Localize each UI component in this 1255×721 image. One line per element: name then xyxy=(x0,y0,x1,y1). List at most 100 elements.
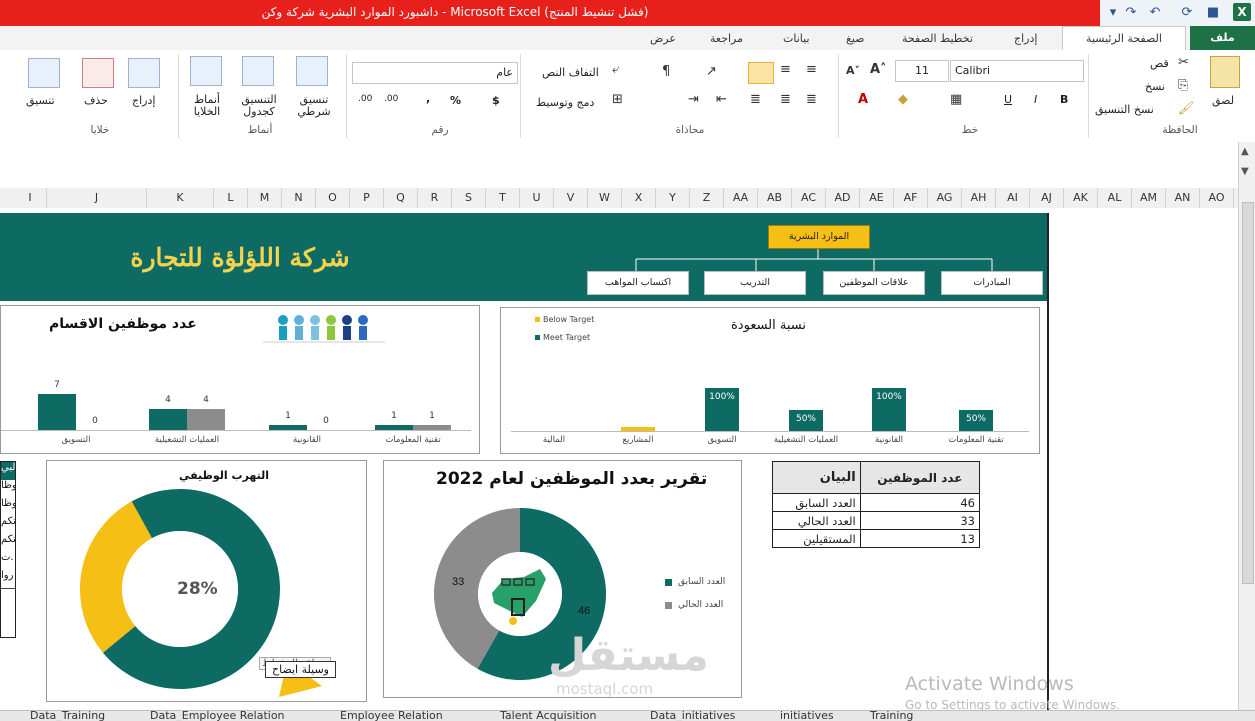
column-header[interactable]: L xyxy=(214,188,248,208)
column-header[interactable]: AD xyxy=(826,188,860,208)
copy-icon[interactable]: ⎘ xyxy=(1178,78,1188,93)
italic-button[interactable]: I xyxy=(1034,93,1037,106)
comma-button[interactable]: , xyxy=(426,92,430,105)
scroll-up-icon[interactable]: ▲ xyxy=(1241,146,1249,157)
format-cells-button[interactable]: تنسيق xyxy=(26,94,55,107)
column-header[interactable]: AB xyxy=(758,188,792,208)
save-icon[interactable]: ■ xyxy=(1204,4,1222,22)
tab-formulas[interactable]: صيغ xyxy=(846,29,865,49)
column-header[interactable]: Q xyxy=(384,188,418,208)
left-cut-cell[interactable]: ت. xyxy=(1,552,15,571)
tab-data[interactable]: بيانات xyxy=(783,29,810,49)
column-header[interactable]: AC xyxy=(792,188,826,208)
underline-button[interactable]: U xyxy=(1004,93,1012,106)
column-header[interactable]: AM xyxy=(1132,188,1166,208)
orientation-icon[interactable]: ↗ xyxy=(706,64,717,79)
increase-decimal-button[interactable]: .00 xyxy=(384,94,398,104)
decrease-decimal-button[interactable]: .00 xyxy=(358,94,372,104)
left-cut-cell[interactable]: روا xyxy=(1,570,15,589)
column-header[interactable]: AO xyxy=(1200,188,1234,208)
column-header[interactable]: AA xyxy=(724,188,758,208)
delete-cells-button[interactable]: حذف xyxy=(84,94,108,107)
grow-font-icon[interactable]: A˄ xyxy=(870,62,887,77)
percent-button[interactable]: % xyxy=(450,94,461,107)
tab-review[interactable]: مراجعة xyxy=(710,29,743,49)
align-left-icon[interactable]: ≣ xyxy=(806,92,817,107)
align-right-icon[interactable]: ≣ xyxy=(750,92,761,107)
left-cut-cell[interactable]: وظا xyxy=(1,498,15,517)
increase-indent-icon[interactable]: ⇥ xyxy=(688,92,699,107)
table-cell-value[interactable]: 13 xyxy=(859,529,981,548)
column-header[interactable]: AE xyxy=(860,188,894,208)
insert-cells-icon[interactable] xyxy=(128,58,160,88)
delete-cells-icon[interactable] xyxy=(82,58,114,88)
font-color-icon[interactable]: A xyxy=(858,92,868,107)
column-header[interactable]: N xyxy=(282,188,316,208)
tab-page-layout[interactable]: تخطيط الصفحة xyxy=(902,29,973,49)
left-cut-cell[interactable]: وظا xyxy=(1,480,15,499)
left-cut-cell[interactable]: تكم xyxy=(1,516,15,535)
column-header[interactable]: X xyxy=(622,188,656,208)
column-header[interactable]: I xyxy=(14,188,47,208)
sheet-tab[interactable]: initiatives xyxy=(780,711,834,721)
column-header[interactable]: T xyxy=(486,188,520,208)
tab-view[interactable]: عرض xyxy=(650,29,676,49)
text-direction-icon[interactable]: ¶ xyxy=(662,64,670,79)
column-header[interactable]: V xyxy=(554,188,588,208)
column-header[interactable]: M xyxy=(248,188,282,208)
column-header[interactable]: AL xyxy=(1098,188,1132,208)
table-cell-value[interactable]: 46 xyxy=(859,493,981,512)
column-header[interactable]: Z xyxy=(690,188,724,208)
number-format-select[interactable]: عام xyxy=(352,62,518,84)
bold-button[interactable]: B xyxy=(1060,93,1068,106)
tab-file[interactable]: ملف xyxy=(1190,26,1255,50)
scroll-down-icon[interactable]: ▼ xyxy=(1241,166,1249,177)
column-header[interactable]: O xyxy=(316,188,350,208)
column-header[interactable]: AJ xyxy=(1030,188,1064,208)
wrap-text-icon[interactable]: ⤶ xyxy=(612,62,619,77)
cell-styles-icon[interactable] xyxy=(190,56,222,86)
table-cell-label[interactable]: العدد السابق xyxy=(772,493,861,512)
conditional-formatting-icon[interactable] xyxy=(296,56,328,86)
table-cell-label[interactable]: المستقيلين xyxy=(772,529,861,548)
left-cut-cell[interactable]: البي xyxy=(1,462,15,481)
align-top-icon[interactable]: ≡ xyxy=(780,62,791,77)
column-header[interactable]: AH xyxy=(962,188,996,208)
column-header[interactable]: J xyxy=(47,188,147,208)
customize-qat-icon[interactable]: ▾ xyxy=(1104,4,1122,22)
wrap-text-button[interactable]: التفاف النص xyxy=(542,66,599,79)
column-header[interactable]: S xyxy=(452,188,486,208)
scissors-icon[interactable]: ✂ xyxy=(1178,55,1189,70)
cell-styles-button[interactable]: أنماط الخلايا xyxy=(182,94,232,118)
currency-button[interactable]: $ xyxy=(492,94,500,107)
undo-icon[interactable]: ↶ xyxy=(1146,4,1164,22)
format-table-icon[interactable] xyxy=(242,56,274,86)
font-name-select[interactable]: Calibri xyxy=(950,60,1084,82)
font-size-select[interactable]: 11 xyxy=(895,60,949,82)
column-header[interactable]: P xyxy=(350,188,384,208)
column-header[interactable]: AN xyxy=(1166,188,1200,208)
copy-button[interactable]: نسخ xyxy=(1145,80,1165,93)
tab-home[interactable]: الصفحة الرئيسية xyxy=(1062,26,1186,52)
sheet-tab[interactable]: Employee Relation xyxy=(340,711,443,721)
table-cell-label[interactable]: العدد الحالي xyxy=(772,511,861,530)
saudization-chart[interactable]: نسبة السعودة Below Target Meet Target 50… xyxy=(500,307,1040,454)
vertical-scrollbar[interactable]: ▲ ▼ xyxy=(1238,142,1255,710)
column-header[interactable]: U xyxy=(520,188,554,208)
align-bottom-icon[interactable]: ≡ xyxy=(806,62,817,77)
paste-icon[interactable] xyxy=(1210,56,1240,88)
refresh-icon[interactable]: ⟳ xyxy=(1178,4,1196,22)
sheet-tab[interactable]: Training xyxy=(870,711,913,721)
format-as-table-button[interactable]: التنسيق كجدول xyxy=(232,94,286,118)
paste-button[interactable]: لصق xyxy=(1212,94,1234,107)
insert-cells-button[interactable]: إدراج xyxy=(132,94,155,107)
column-header[interactable]: Y xyxy=(656,188,690,208)
align-middle-icon[interactable] xyxy=(748,62,774,84)
sheet-tab[interactable]: Talent Acquisition xyxy=(500,711,597,721)
decrease-indent-icon[interactable]: ⇤ xyxy=(716,92,727,107)
shrink-font-icon[interactable]: A˅ xyxy=(846,64,860,77)
turnover-chart[interactable]: التهرب الوظيفي 28% منطقة المخطط وسيلة اي… xyxy=(46,460,367,702)
sheet-tab[interactable]: Data_initiatives xyxy=(650,711,735,721)
column-header[interactable]: K xyxy=(147,188,214,208)
sheet-tab[interactable]: Data_Training xyxy=(30,711,105,721)
